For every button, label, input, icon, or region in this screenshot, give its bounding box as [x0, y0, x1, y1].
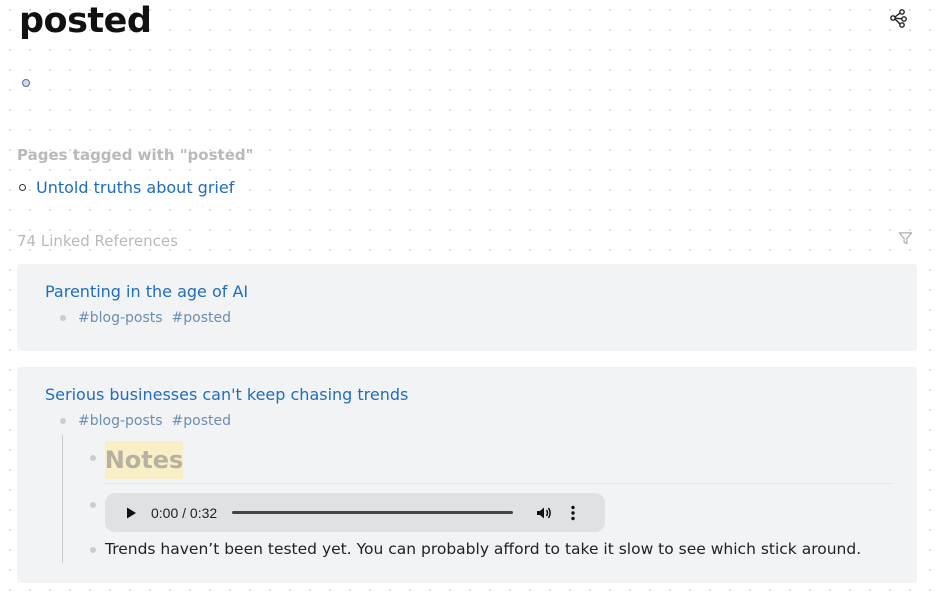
notes-heading-block[interactable]: Notes: [105, 441, 183, 479]
audio-progress-track[interactable]: [232, 511, 514, 514]
tagged-page-item[interactable]: Untold truths about grief: [19, 178, 234, 197]
block-bullet[interactable]: [60, 315, 66, 321]
page-title: posted: [19, 1, 152, 41]
volume-icon[interactable]: [535, 504, 553, 522]
more-vertical-icon[interactable]: [566, 504, 580, 522]
list-bullet: [19, 184, 26, 191]
graph-view-icon[interactable]: [889, 8, 909, 28]
tagged-pages-heading: Pages tagged with "posted": [17, 146, 254, 164]
audio-time: 0:00 / 0:32: [151, 504, 218, 521]
reference-card: Serious businesses can't keep chasing tr…: [17, 367, 917, 583]
play-icon[interactable]: [124, 506, 138, 520]
block-bullet[interactable]: [90, 455, 96, 461]
block-text[interactable]: Trends haven’t been tested yet. You can …: [105, 540, 861, 558]
tag-link[interactable]: #blog-posts: [78, 310, 163, 326]
reference-block[interactable]: #blog-posts #posted: [60, 310, 240, 326]
reference-block[interactable]: #blog-posts #posted: [60, 413, 240, 429]
block-bullet[interactable]: [90, 502, 96, 508]
heading-divider: [105, 483, 893, 484]
filter-icon[interactable]: [898, 231, 913, 246]
children-guide-line: [62, 435, 63, 563]
linked-references-heading: 74 Linked References: [17, 232, 178, 250]
notes-heading: Notes: [104, 446, 184, 474]
tag-link[interactable]: #posted: [172, 413, 231, 429]
reference-page-link[interactable]: Parenting in the age of AI: [45, 282, 248, 301]
reference-card: Parenting in the age of AI #blog-posts #…: [17, 264, 917, 351]
tag-link[interactable]: #posted: [172, 310, 231, 326]
tagged-page-link[interactable]: Untold truths about grief: [36, 178, 234, 197]
reference-page-link[interactable]: Serious businesses can't keep chasing tr…: [45, 385, 408, 404]
audio-player: 0:00 / 0:32: [105, 493, 605, 532]
block-bullet[interactable]: [90, 547, 96, 553]
tag-link[interactable]: #blog-posts: [78, 413, 163, 429]
block-bullet[interactable]: [60, 418, 66, 424]
property-bullet[interactable]: [22, 79, 30, 87]
